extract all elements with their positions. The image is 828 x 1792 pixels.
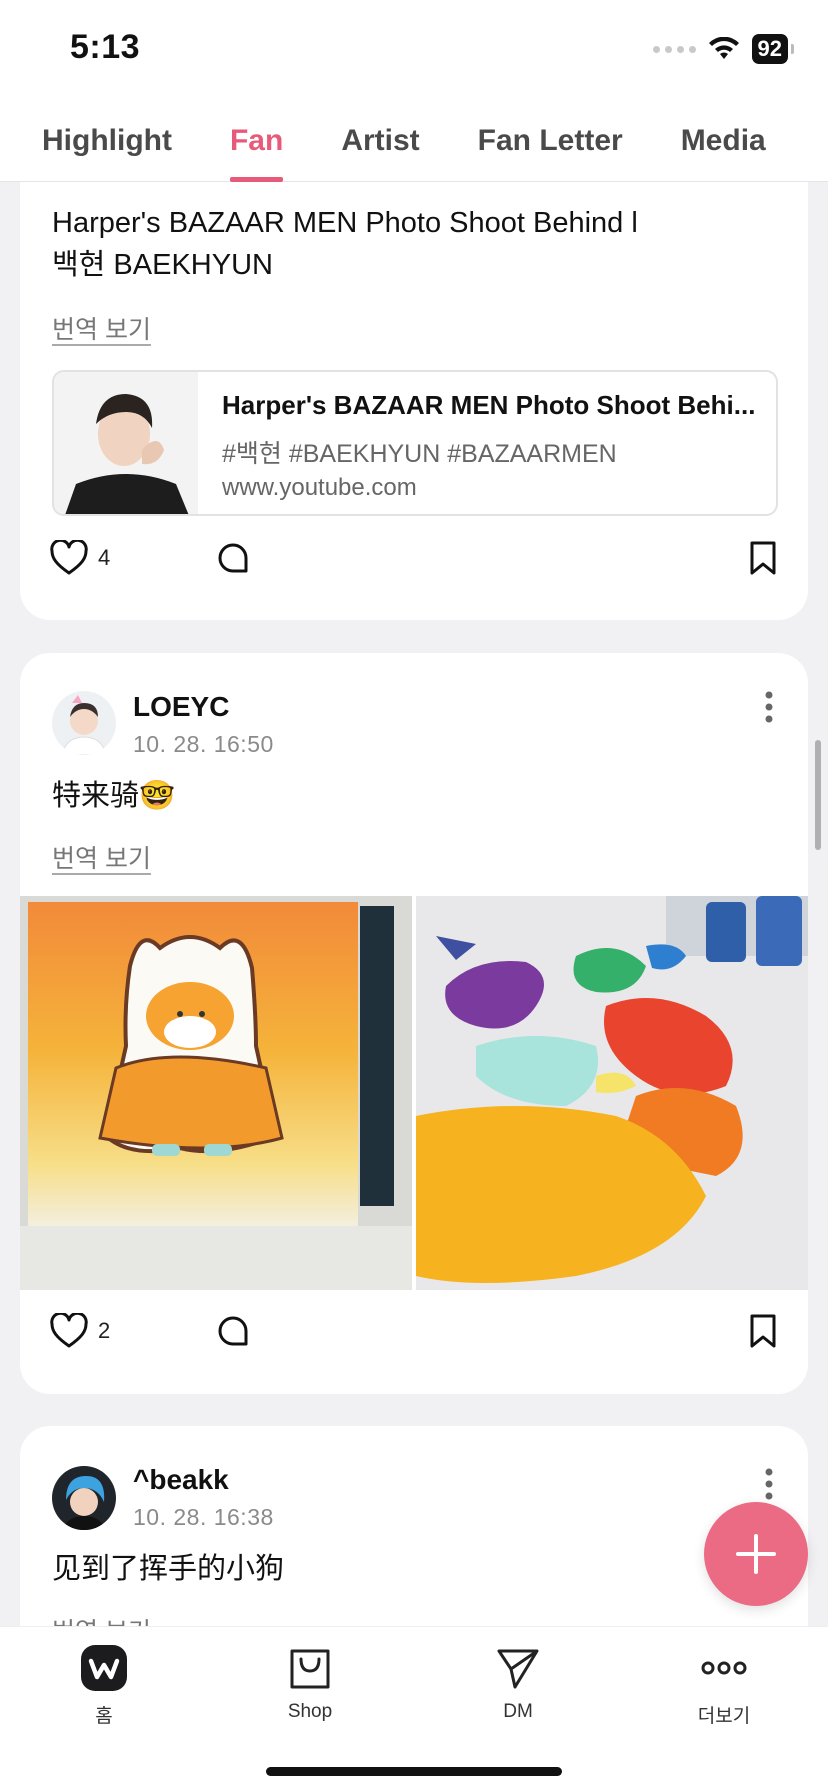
link-title: Harper's BAZAAR MEN Photo Shoot Behi... xyxy=(222,390,756,420)
post-title[interactable]: Harper's BAZAAR MEN Photo Shoot Behind l… xyxy=(52,202,638,286)
scrollbar[interactable] xyxy=(815,740,821,850)
community-tabs: Highlight Fan Artist Fan Letter Media xyxy=(0,100,828,182)
bookmark-button[interactable] xyxy=(748,540,778,576)
post-image[interactable] xyxy=(416,896,808,1290)
status-icons: 92 xyxy=(652,34,795,64)
link-url: www.youtube.com xyxy=(222,474,417,501)
nav-label: 홈 xyxy=(95,1706,113,1727)
post-text: 见到了挥手的小狗 xyxy=(52,1553,285,1585)
like-count: 2 xyxy=(98,1318,111,1343)
post-image[interactable] xyxy=(20,896,412,1290)
post-time: 10. 28. 16:50 xyxy=(133,731,274,757)
post-actions: 2 xyxy=(50,1313,778,1353)
like-count: 4 xyxy=(98,545,111,570)
link-tags: #백현 #BAEKHYUN #BAZAARMEN xyxy=(222,440,617,468)
heart-icon xyxy=(50,1313,88,1348)
wifi-icon xyxy=(708,37,739,59)
bottom-navigation: 홈 Shop DM 더보기 xyxy=(0,1626,828,1792)
dm-send-icon xyxy=(497,1649,539,1689)
translate-link[interactable]: 번역 보기 xyxy=(52,310,151,346)
translate-link[interactable]: 번역 보기 xyxy=(52,839,151,875)
bookmark-icon xyxy=(750,1314,776,1348)
link-preview-card[interactable]: Harper's BAZAAR MEN Photo Shoot Behi... … xyxy=(52,370,778,516)
tab-fan-letter[interactable]: Fan Letter xyxy=(478,100,623,182)
tab-artist[interactable]: Artist xyxy=(341,100,419,182)
plus-icon xyxy=(736,1534,776,1574)
status-bar: 5:13 92 xyxy=(0,0,828,100)
nav-more[interactable]: 더보기 xyxy=(664,1645,784,1728)
author-name[interactable]: LOEYC xyxy=(133,691,229,723)
avatar[interactable] xyxy=(52,1466,116,1530)
more-vertical-icon[interactable] xyxy=(764,1468,774,1500)
like-button[interactable]: 4 xyxy=(50,540,110,576)
bookmark-button[interactable] xyxy=(748,1313,778,1349)
post-text: 特来骑🤓 xyxy=(52,780,176,812)
home-indicator xyxy=(266,1767,562,1776)
more-vertical-icon[interactable] xyxy=(764,691,774,723)
post-card: Harper's BAZAAR MEN Photo Shoot Behind l… xyxy=(20,150,808,620)
post-image-grid xyxy=(20,896,808,1290)
comment-button[interactable] xyxy=(216,1313,252,1349)
nav-home[interactable]: 홈 xyxy=(44,1645,164,1728)
signal-icon xyxy=(652,45,696,53)
nav-label: 더보기 xyxy=(697,1706,751,1727)
tab-media[interactable]: Media xyxy=(681,100,766,182)
post-card: LOEYC 10. 28. 16:50 特来骑🤓 번역 보기 2 xyxy=(20,653,808,1394)
weverse-home-icon xyxy=(81,1645,127,1691)
author-name[interactable]: ^beakk xyxy=(133,1464,229,1496)
nav-label: Shop xyxy=(287,1701,333,1722)
tab-fan[interactable]: Fan xyxy=(229,100,284,182)
nav-label: DM xyxy=(503,1701,533,1722)
more-dots-icon xyxy=(701,1661,747,1675)
post-time: 10. 28. 16:38 xyxy=(133,1504,274,1530)
nav-shop[interactable]: Shop xyxy=(250,1645,370,1723)
compose-post-button[interactable] xyxy=(704,1502,808,1606)
avatar[interactable] xyxy=(52,691,116,755)
status-time: 5:13 xyxy=(70,28,141,66)
comment-button[interactable] xyxy=(216,540,252,576)
like-button[interactable]: 2 xyxy=(50,1313,110,1349)
comment-icon xyxy=(218,1316,248,1346)
nav-dm[interactable]: DM xyxy=(458,1645,578,1723)
post-actions: 4 xyxy=(50,540,778,580)
shop-bag-icon xyxy=(290,1649,330,1689)
heart-icon xyxy=(50,540,88,575)
video-thumbnail xyxy=(54,372,198,514)
post-title-line: 백현 BAEKHYUN xyxy=(52,249,273,281)
comment-icon xyxy=(218,543,248,573)
battery-indicator: 92 xyxy=(751,34,795,64)
post-title-line: Harper's BAZAAR MEN Photo Shoot Behind l xyxy=(52,207,638,239)
bookmark-icon xyxy=(750,541,776,575)
tab-highlight[interactable]: Highlight xyxy=(42,100,172,182)
